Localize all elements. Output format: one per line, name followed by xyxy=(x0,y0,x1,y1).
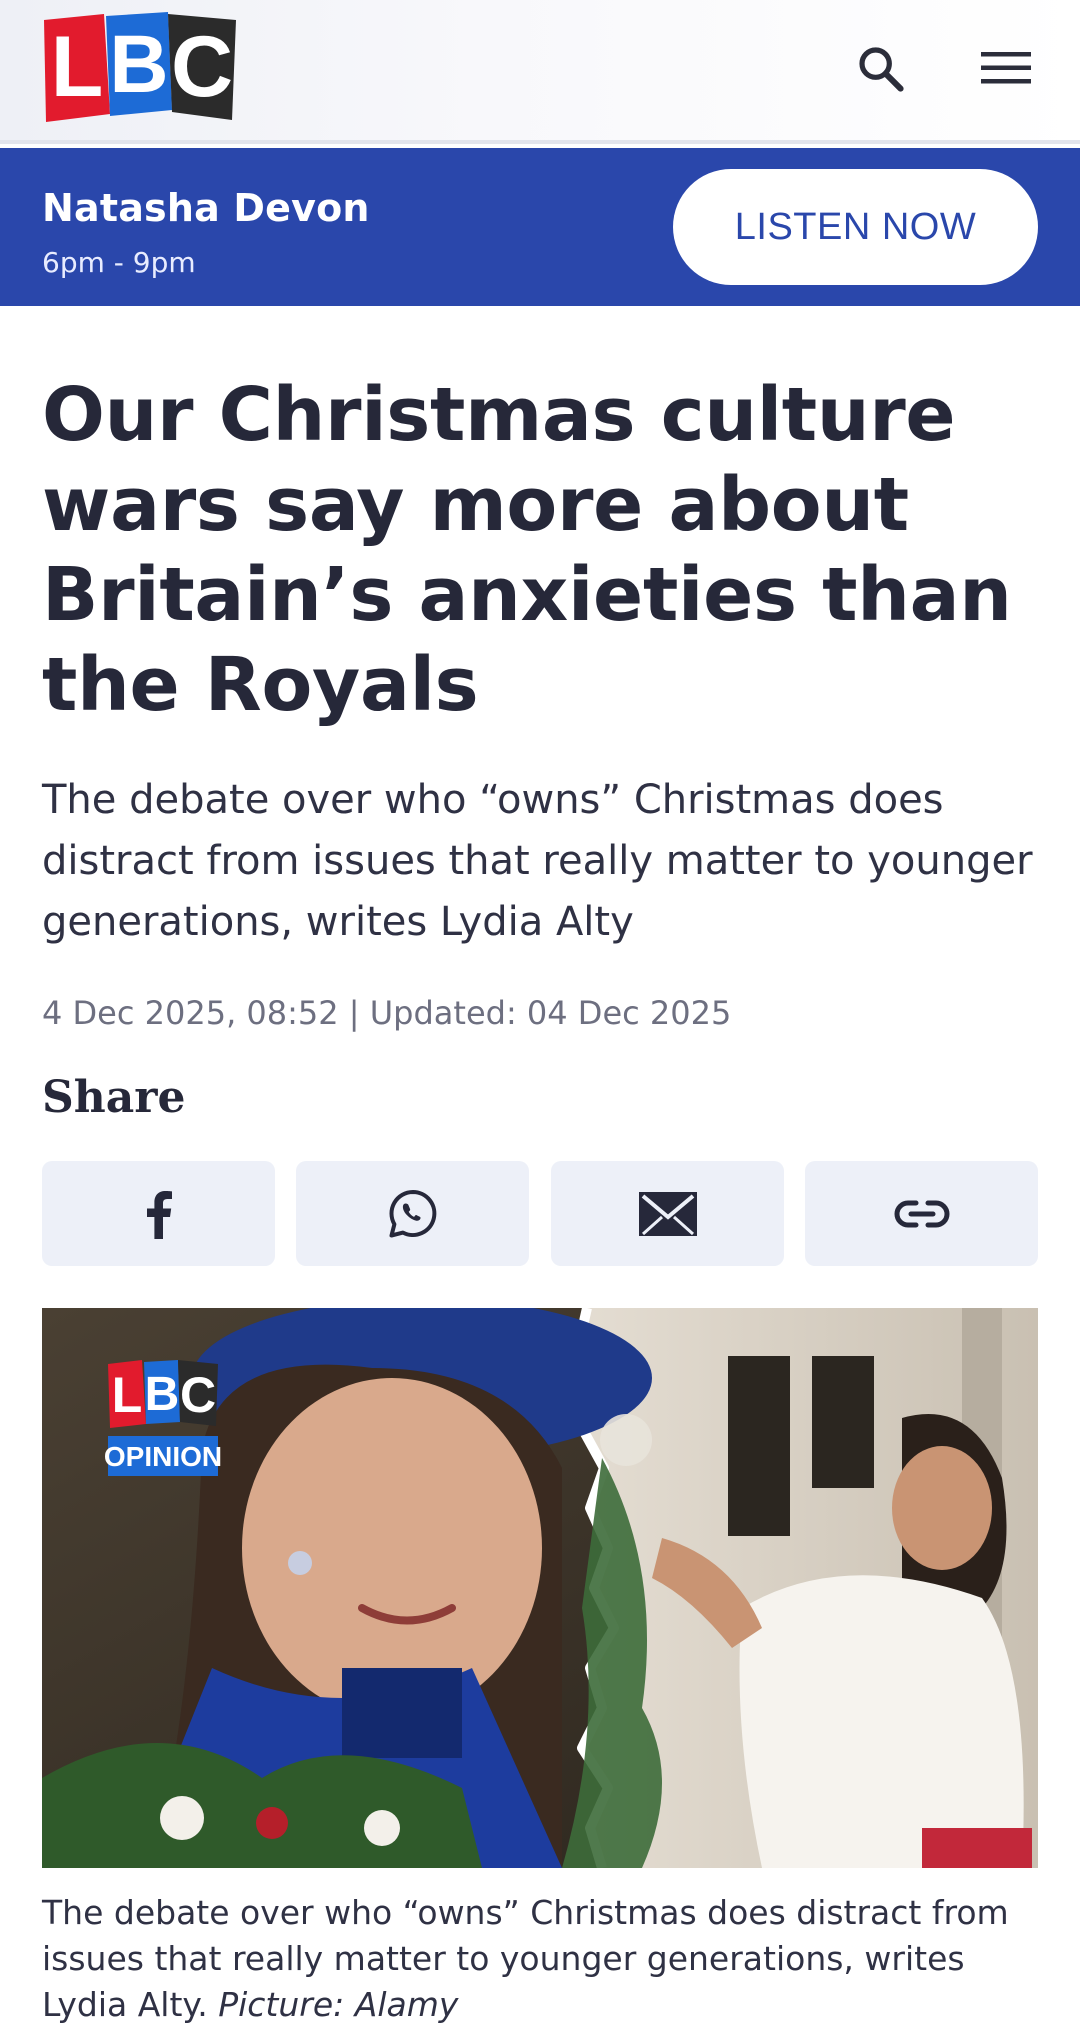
listen-now-button[interactable]: LISTEN NOW xyxy=(673,169,1038,285)
logo-letter-l: L xyxy=(51,19,104,115)
presenter-name: Natasha Devon xyxy=(42,186,370,230)
share-whatsapp-button[interactable] xyxy=(296,1161,529,1266)
article-headline: Our Christmas culture wars say more abou… xyxy=(42,372,1012,728)
image-caption: The debate over who “owns” Christmas doe… xyxy=(42,1890,1042,2028)
show-time: 6pm - 9pm xyxy=(42,246,196,279)
badge-opinion-label: OPINION xyxy=(104,1441,222,1472)
now-playing-bar: Natasha Devon 6pm - 9pm LISTEN NOW xyxy=(0,148,1080,306)
share-heading: Share xyxy=(42,1072,186,1123)
share-facebook-button[interactable] xyxy=(42,1161,275,1266)
site-header: L B C xyxy=(0,0,1080,144)
article-standfirst: The debate over who “owns” Christmas doe… xyxy=(42,777,1033,945)
badge-letter-b: B xyxy=(145,1368,180,1421)
hamburger-menu-icon xyxy=(981,52,1031,84)
caption-text: The debate over who “owns” Christmas doe… xyxy=(42,1893,1009,2024)
search-icon xyxy=(859,47,904,92)
facebook-icon xyxy=(146,1190,172,1239)
share-email-button[interactable] xyxy=(551,1161,784,1266)
search-button[interactable] xyxy=(848,36,912,100)
logo-letter-b: B xyxy=(109,19,168,110)
caption-credit: Picture: Alamy xyxy=(218,1985,459,2024)
logo-letter-c: C xyxy=(171,19,233,115)
link-icon xyxy=(894,1200,949,1227)
lbc-logo[interactable]: L B C xyxy=(42,12,238,122)
article-hero-image[interactable]: L B C OPINION xyxy=(42,1308,1038,1868)
hero-illustration: L B C OPINION xyxy=(42,1308,1038,1868)
email-icon xyxy=(638,1191,697,1236)
badge-letter-c: C xyxy=(180,1367,216,1423)
copy-link-button[interactable] xyxy=(805,1161,1038,1266)
badge-letter-l: L xyxy=(112,1367,143,1423)
lbc-opinion-badge: L B C OPINION xyxy=(104,1360,222,1476)
article-timestamp: 4 Dec 2025, 08:52 | Updated: 04 Dec 2025 xyxy=(42,994,732,1032)
menu-button[interactable] xyxy=(974,36,1038,100)
whatsapp-icon xyxy=(388,1189,436,1237)
